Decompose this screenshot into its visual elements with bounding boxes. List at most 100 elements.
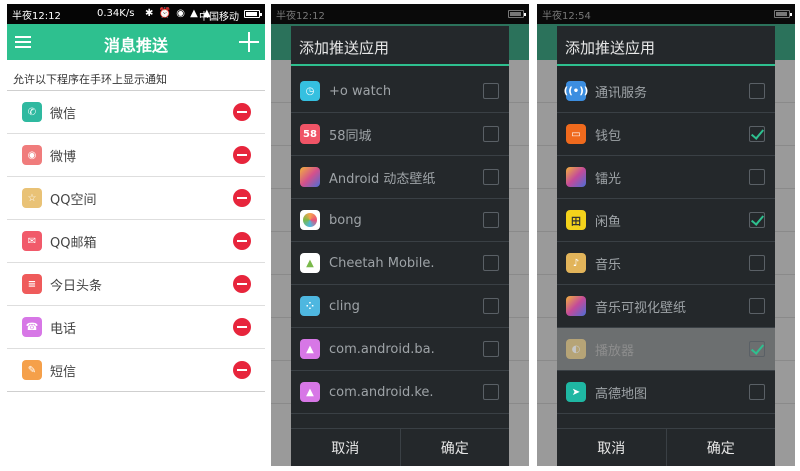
confirm-button[interactable]: 确定 bbox=[665, 429, 776, 466]
checkbox[interactable] bbox=[483, 255, 499, 271]
add-app-dialog: 添加推送应用 ((•)) 通讯服务 ▭ 钱包 镭光 田 闲鱼 ♪ 音乐 音乐可视… bbox=[557, 26, 775, 466]
qqmail-icon: ✉ bbox=[22, 231, 42, 251]
checkbox[interactable] bbox=[749, 384, 765, 400]
wechat-icon: ✆ bbox=[22, 102, 42, 122]
checkbox[interactable] bbox=[483, 384, 499, 400]
android-icon: ▲ bbox=[300, 253, 320, 273]
status-time: 半夜12:12 bbox=[12, 10, 61, 22]
list-item[interactable]: ⁘ cling bbox=[291, 285, 509, 328]
remove-button[interactable] bbox=[233, 361, 251, 379]
confirm-button[interactable]: 确定 bbox=[399, 429, 510, 466]
app-bar: 消息推送 bbox=[7, 24, 265, 60]
status-time: 半夜12:54 bbox=[542, 10, 591, 22]
list-item: ✆ 微信 bbox=[7, 91, 265, 134]
app-name: com.android.ba. bbox=[329, 341, 435, 357]
app-name: QQ空间 bbox=[50, 192, 97, 208]
android-icon: ▲ bbox=[300, 339, 320, 359]
app-name: 高德地图 bbox=[595, 386, 648, 402]
android-icon: ▲ bbox=[300, 382, 320, 402]
qzone-icon: ☆ bbox=[22, 188, 42, 208]
checkbox[interactable] bbox=[483, 341, 499, 357]
list-item[interactable]: ((•)) 通讯服务 bbox=[557, 70, 775, 113]
status-bar: 半夜12:12 bbox=[271, 4, 529, 24]
checkbox[interactable] bbox=[483, 126, 499, 142]
checkbox[interactable] bbox=[483, 212, 499, 228]
remove-button[interactable] bbox=[233, 275, 251, 293]
app-name: 闲鱼 bbox=[595, 214, 622, 230]
status-time: 半夜12:12 bbox=[276, 10, 325, 22]
list-item[interactable]: ➤ 高德地图 bbox=[557, 371, 775, 414]
sms-icon: ✎ bbox=[22, 360, 42, 380]
list-item[interactable]: ▭ 钱包 bbox=[557, 113, 775, 156]
checkbox[interactable] bbox=[749, 298, 765, 314]
xianyu-icon: 田 bbox=[566, 210, 586, 230]
list-item[interactable]: ◷ +o watch bbox=[291, 70, 509, 113]
app-name: Android 动态壁纸 bbox=[329, 171, 436, 187]
wallpaper-icon bbox=[300, 167, 320, 187]
list-item[interactable]: ▲ com.android.ke. bbox=[291, 371, 509, 414]
list-item: ◉ 微博 bbox=[7, 134, 265, 177]
checkbox[interactable] bbox=[749, 169, 765, 185]
app-name: 微博 bbox=[50, 149, 77, 165]
push-settings-screen: 半夜12:12 0.34K/s ✱ ⏰ ◉ ▲ ▲ 中国移动 消息推送 允许以下… bbox=[7, 4, 265, 466]
app-name: QQ邮箱 bbox=[50, 235, 97, 251]
app-name: 播放器 bbox=[595, 343, 635, 359]
checkbox[interactable] bbox=[483, 298, 499, 314]
app-name: 今日头条 bbox=[50, 278, 103, 294]
app-name: bong bbox=[329, 212, 362, 228]
app-name: 58同城 bbox=[329, 128, 372, 144]
list-item[interactable]: bong bbox=[291, 199, 509, 242]
cling-icon: ⁘ bbox=[300, 296, 320, 316]
add-app-button[interactable] bbox=[239, 32, 259, 52]
list-item: ✎ 短信 bbox=[7, 349, 265, 392]
remove-button[interactable] bbox=[233, 318, 251, 336]
app-name: 音乐可视化壁纸 bbox=[595, 300, 687, 316]
checkbox[interactable] bbox=[749, 255, 765, 271]
add-app-dialog-screen: 半夜12:12 添加推送应用 ◷ +o watch 58 58同城 Androi… bbox=[271, 4, 529, 466]
list-item[interactable]: 58 58同城 bbox=[291, 113, 509, 156]
list-item: ≡ 今日头条 bbox=[7, 263, 265, 306]
player-icon: ◐ bbox=[566, 339, 586, 359]
list-item: ✉ QQ邮箱 bbox=[7, 220, 265, 263]
checkbox[interactable] bbox=[483, 83, 499, 99]
status-bar: 半夜12:12 0.34K/s ✱ ⏰ ◉ ▲ ▲ 中国移动 bbox=[7, 4, 265, 24]
checkbox[interactable] bbox=[749, 83, 765, 99]
list-item-pressed[interactable]: ◐ 播放器 bbox=[557, 328, 775, 371]
list-item[interactable]: 镭光 bbox=[557, 156, 775, 199]
checkbox[interactable] bbox=[483, 169, 499, 185]
app-name: +o watch bbox=[329, 83, 392, 99]
checkbox-checked[interactable] bbox=[749, 341, 765, 357]
remove-button[interactable] bbox=[233, 146, 251, 164]
app-name: Cheetah Mobile. bbox=[329, 255, 435, 271]
list-item[interactable]: ▲ com.android.ba. bbox=[291, 328, 509, 371]
wallpaper-icon bbox=[566, 167, 586, 187]
allow-caption: 允许以下程序在手环上显示通知 bbox=[7, 60, 265, 91]
app-name: cling bbox=[329, 298, 360, 314]
app-picker-list[interactable]: ◷ +o watch 58 58同城 Android 动态壁纸 bong ▲ C… bbox=[291, 70, 509, 422]
allowed-app-list: ✆ 微信 ◉ 微博 ☆ QQ空间 ✉ QQ邮箱 ≡ 今日头条 ☎ 电话 ✎ 短信 bbox=[7, 91, 265, 392]
dialog-title: 添加推送应用 bbox=[291, 26, 509, 66]
music-icon: ♪ bbox=[566, 253, 586, 273]
network-speed: 0.34K/s bbox=[97, 8, 135, 19]
battery-icon bbox=[244, 10, 262, 18]
list-item[interactable]: ▲ Cheetah Mobile. bbox=[291, 242, 509, 285]
dialog-buttons: 取消 确定 bbox=[557, 428, 775, 466]
cancel-button[interactable]: 取消 bbox=[557, 429, 666, 466]
cancel-button[interactable]: 取消 bbox=[291, 429, 400, 466]
wallpaper-icon bbox=[566, 296, 586, 316]
toutiao-icon: ≡ bbox=[22, 274, 42, 294]
app-picker-list[interactable]: ((•)) 通讯服务 ▭ 钱包 镭光 田 闲鱼 ♪ 音乐 音乐可视化壁纸 ◐ 播… bbox=[557, 70, 775, 422]
checkbox-checked[interactable] bbox=[749, 212, 765, 228]
list-item[interactable]: Android 动态壁纸 bbox=[291, 156, 509, 199]
messaging-service-icon: ((•)) bbox=[564, 81, 588, 101]
list-item: ☎ 电话 bbox=[7, 306, 265, 349]
add-app-dialog-screen-scrolled: 半夜12:54 添加推送应用 ((•)) 通讯服务 ▭ 钱包 镭光 田 闲鱼 ♪… bbox=[537, 4, 795, 466]
bong-icon bbox=[300, 210, 320, 230]
list-item[interactable]: 音乐可视化壁纸 bbox=[557, 285, 775, 328]
list-item[interactable]: 田 闲鱼 bbox=[557, 199, 775, 242]
remove-button[interactable] bbox=[233, 103, 251, 121]
remove-button[interactable] bbox=[233, 189, 251, 207]
list-item[interactable]: ♪ 音乐 bbox=[557, 242, 775, 285]
remove-button[interactable] bbox=[233, 232, 251, 250]
checkbox-checked[interactable] bbox=[749, 126, 765, 142]
